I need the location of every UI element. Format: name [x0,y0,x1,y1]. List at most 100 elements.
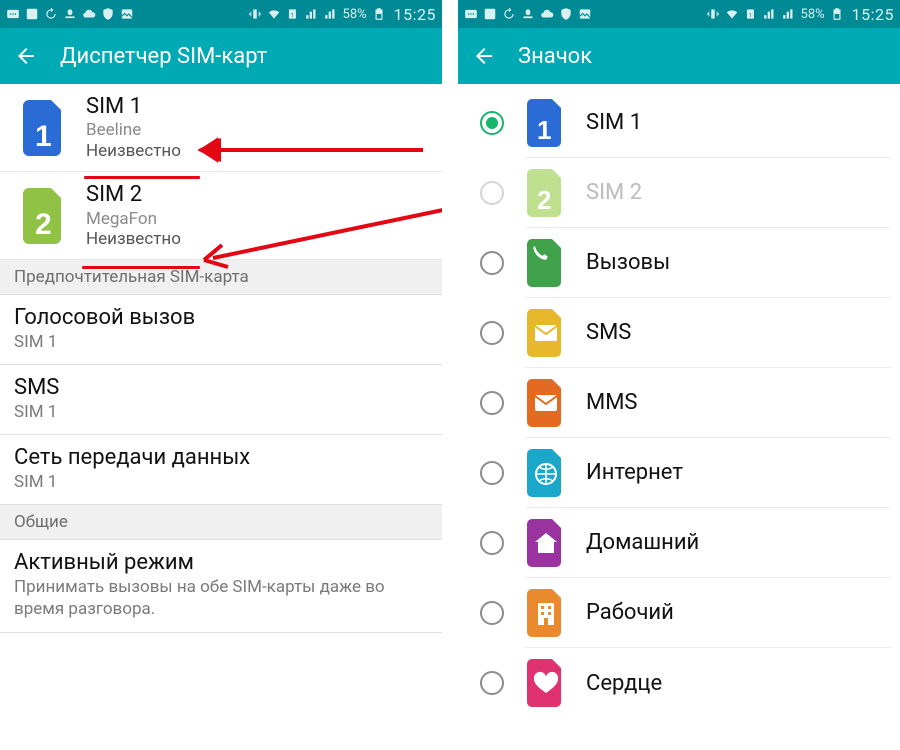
radio-button[interactable] [480,671,504,695]
sim2-status: Неизвестно [86,229,181,249]
status-right-icons-r: 1 58% 15:25 [706,5,894,24]
back-button[interactable] [14,44,38,68]
sim1-status-icon: 1 [286,7,300,21]
shield-icon [101,7,115,21]
svg-text:2: 2 [537,185,551,215]
icon-list: 1 SIM 1 2 SIM 2 Вызовы SMS MMS Интернет Домашний… [458,84,900,718]
radio-button[interactable] [480,531,504,555]
page-title-r: Значок [518,44,592,69]
sim1-row[interactable]: 1 SIM 1 Beeline Неизвестно [0,84,442,172]
sim1-name: SIM 1 [86,94,181,120]
hat-icon [63,7,77,21]
sim1-text: SIM 1 Beeline Неизвестно [86,94,181,161]
battery-icon [372,7,386,21]
app-bar-r: Значок [458,28,900,84]
sim1-status: Неизвестно [86,141,181,161]
option-label: SIM 1 [586,110,642,135]
app-bar: Диспетчер SIM-карт [0,28,442,84]
icon-option-row[interactable]: Вызовы [458,228,900,298]
setting-data-sub: SIM 1 [14,472,428,492]
sim2-icon: 2 [22,187,68,245]
option-label: MMS [586,390,637,415]
clock-text: 15:25 [394,5,436,24]
cloud-icon [82,7,96,21]
icon-option-row[interactable]: 1 SIM 1 [458,88,900,158]
setting-sms-sub: SIM 1 [14,402,428,422]
sim1-carrier: Beeline [86,120,181,140]
sync-icon [44,7,58,21]
svg-text:1: 1 [537,115,551,145]
icon-option-row[interactable]: Домашний [458,508,900,578]
option-label: Сердце [586,671,662,696]
option-label: Рабочий [586,600,674,625]
vibrate-icon [248,7,262,21]
setting-data-label: Сеть передачи данных [14,445,428,470]
status-right-icons: 1 58% 15:25 [248,5,436,24]
signal-icon [763,7,777,21]
radio-button[interactable] [480,391,504,415]
content-left: 1 SIM 1 Beeline Неизвестно 2 SIM 2 MegaF… [0,84,442,633]
building-icon [526,588,566,638]
square-icon [483,7,497,21]
option-label: Вызовы [586,250,670,275]
option-label: SIM 2 [586,180,642,205]
icon-option-row[interactable]: SMS [458,298,900,368]
sim2-carrier: MegaFon [86,209,181,229]
message-icon [6,7,20,21]
sim-icon: 1 [526,98,566,148]
shield-icon [559,7,573,21]
setting-data[interactable]: Сеть передачи данных SIM 1 [0,435,442,505]
image-icon [578,7,592,21]
radio-button [480,181,504,205]
icon-option-row[interactable]: MMS [458,368,900,438]
radio-button[interactable] [480,321,504,345]
status-bar: 1 58% 15:25 [0,0,442,28]
wifi-icon [725,7,739,21]
page-title: Диспетчер SIM-карт [60,44,267,69]
radio-button[interactable] [480,601,504,625]
section-preferred: Предпочтительная SIM-карта [0,260,442,295]
battery-icon [830,7,844,21]
svg-text:1: 1 [748,13,751,19]
sim1-icon: 1 [22,99,68,157]
phone-right: 1 58% 15:25 Значок 1 SIM 1 2 SIM 2 Вызовы SMS… [458,0,900,750]
setting-active-mode[interactable]: Активный режим Принимать вызовы на обе S… [0,540,442,633]
sim2-name: SIM 2 [86,182,181,208]
signal-icon [305,7,319,21]
battery-text: 58% [343,7,367,22]
status-left-icons [6,7,134,21]
svg-text:1: 1 [290,13,293,19]
icon-option-row[interactable]: Рабочий [458,578,900,648]
radio-button[interactable] [480,461,504,485]
sim2-row[interactable]: 2 SIM 2 MegaFon Неизвестно [0,172,442,260]
sim-icon: 2 [526,168,566,218]
sim1-status-icon: 1 [744,7,758,21]
active-mode-label: Активный режим [14,550,428,575]
sim2-text: SIM 2 MegaFon Неизвестно [86,182,181,249]
back-button[interactable] [472,44,496,68]
radio-button[interactable] [480,251,504,275]
section-general: Общие [0,505,442,540]
icon-option-row[interactable]: Сердце [458,648,900,718]
envelope-icon [526,378,566,428]
cloud-icon [540,7,554,21]
option-label: Домашний [586,530,699,555]
icon-option-row: 2 SIM 2 [458,158,900,228]
setting-voice-sub: SIM 1 [14,332,428,352]
icon-option-row[interactable]: Интернет [458,438,900,508]
square-icon [25,7,39,21]
phone-icon [526,238,566,288]
status-bar-r: 1 58% 15:25 [458,0,900,28]
wifi-icon [267,7,281,21]
radio-button[interactable] [480,111,504,135]
setting-voice-label: Голосовой вызов [14,305,428,330]
signal2-icon [324,7,338,21]
home-icon [526,518,566,568]
option-label: SMS [586,320,631,345]
setting-voice[interactable]: Голосовой вызов SIM 1 [0,295,442,365]
setting-sms-label: SMS [14,375,428,400]
svg-text:1: 1 [35,120,52,153]
setting-sms[interactable]: SMS SIM 1 [0,365,442,435]
clock-text-r: 15:25 [852,5,894,24]
globe-icon [526,448,566,498]
